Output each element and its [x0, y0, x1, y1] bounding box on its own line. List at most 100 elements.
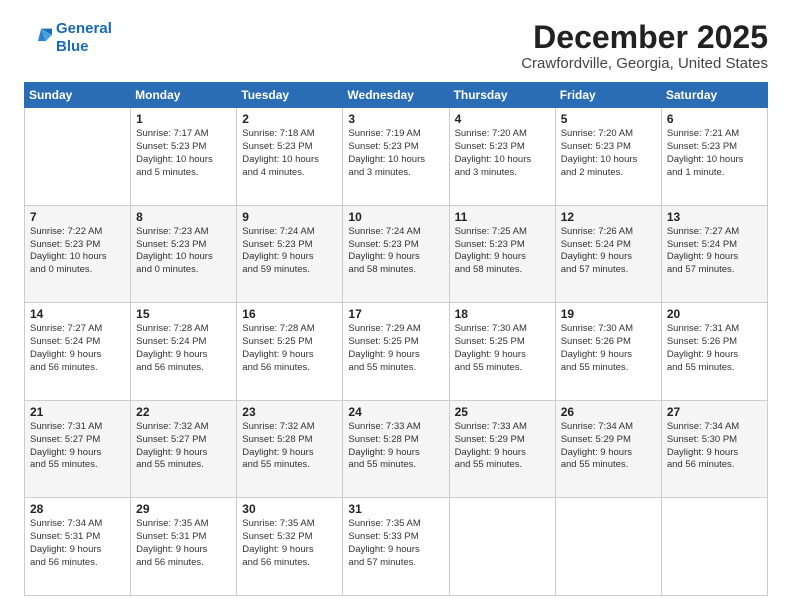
day-number: 31: [348, 502, 443, 516]
day-number: 15: [136, 307, 231, 321]
calendar-cell: 25Sunrise: 7:33 AM Sunset: 5:29 PM Dayli…: [449, 400, 555, 498]
calendar-cell: 14 Sunrise: 7:27 AM Sunset: 5:24 PM Dayli…: [25, 303, 131, 401]
cell-content: Sunrise: 7:30 AM Sunset: 5:26 PM Dayligh…: [561, 323, 656, 374]
cell-content: Sunrise: 7:23 AM Sunset: 5:23 PM Dayligh…: [136, 226, 231, 277]
cell-content: Sunrise: 7:18 AM Sunset: 5:23 PM Dayligh…: [242, 128, 337, 179]
cell-content: Sunrise: 7:27 AM Sunset: 5:24 PM Dayligh…: [667, 226, 762, 277]
cell-content: Sunrise: 7:31 AM Sunset: 5:27 PM Dayligh…: [30, 421, 125, 472]
calendar-cell: 7Sunrise: 7:22 AM Sunset: 5:23 PM Daylig…: [25, 205, 131, 303]
day-number: 11: [455, 210, 550, 224]
logo-text: General Blue: [56, 20, 112, 56]
day-number: 5: [561, 112, 656, 126]
calendar-day-header: Sunday: [25, 83, 131, 108]
day-number: 30: [242, 502, 337, 516]
calendar-cell: 15 Sunrise: 7:28 AM Sunset: 5:24 PM Dayli…: [131, 303, 237, 401]
calendar-table: SundayMondayTuesdayWednesdayThursdayFrid…: [24, 82, 768, 596]
day-number: 25: [455, 405, 550, 419]
calendar-cell: [449, 498, 555, 596]
day-number: 29: [136, 502, 231, 516]
cell-content: Sunrise: 7:35 AM Sunset: 5:32 PM Dayligh…: [242, 518, 337, 569]
cell-content: Sunrise: 7:35 AM Sunset: 5:33 PM Dayligh…: [348, 518, 443, 569]
calendar-cell: 18 Sunrise: 7:30 AM Sunset: 5:25 PM Dayli…: [449, 303, 555, 401]
cell-content: Sunrise: 7:34 AM Sunset: 5:30 PM Dayligh…: [667, 421, 762, 472]
calendar-week-row: 14 Sunrise: 7:27 AM Sunset: 5:24 PM Dayli…: [25, 303, 768, 401]
calendar-day-header: Wednesday: [343, 83, 449, 108]
cell-content: Sunrise: 7:34 AM Sunset: 5:31 PM Dayligh…: [30, 518, 125, 569]
cell-content: Sunrise: 7:32 AM Sunset: 5:27 PM Dayligh…: [136, 421, 231, 472]
day-number: 18: [455, 307, 550, 321]
calendar-day-header: Saturday: [661, 83, 767, 108]
calendar-cell: 20 Sunrise: 7:31 AM Sunset: 5:26 PM Dayli…: [661, 303, 767, 401]
day-number: 3: [348, 112, 443, 126]
calendar-day-header: Monday: [131, 83, 237, 108]
day-number: 2: [242, 112, 337, 126]
cell-content: Sunrise: 7:21 AM Sunset: 5:23 PM Dayligh…: [667, 128, 762, 179]
calendar-cell: [661, 498, 767, 596]
cell-content: Sunrise: 7:17 AM Sunset: 5:23 PM Dayligh…: [136, 128, 231, 179]
day-number: 17: [348, 307, 443, 321]
cell-content: Sunrise: 7:34 AM Sunset: 5:29 PM Dayligh…: [561, 421, 656, 472]
page-title: December 2025: [521, 20, 768, 55]
cell-content: Sunrise: 7:32 AM Sunset: 5:28 PM Dayligh…: [242, 421, 337, 472]
calendar-day-header: Tuesday: [237, 83, 343, 108]
cell-content: Sunrise: 7:19 AM Sunset: 5:23 PM Dayligh…: [348, 128, 443, 179]
calendar-week-row: 21 Sunrise: 7:31 AM Sunset: 5:27 PM Dayli…: [25, 400, 768, 498]
calendar-week-row: 7Sunrise: 7:22 AM Sunset: 5:23 PM Daylig…: [25, 205, 768, 303]
cell-content: Sunrise: 7:28 AM Sunset: 5:24 PM Dayligh…: [136, 323, 231, 374]
day-number: 4: [455, 112, 550, 126]
calendar-cell: 22 Sunrise: 7:32 AM Sunset: 5:27 PM Dayli…: [131, 400, 237, 498]
cell-content: Sunrise: 7:24 AM Sunset: 5:23 PM Dayligh…: [242, 226, 337, 277]
calendar-cell: 8 Sunrise: 7:23 AM Sunset: 5:23 PM Daylig…: [131, 205, 237, 303]
day-number: 6: [667, 112, 762, 126]
calendar-cell: 31 Sunrise: 7:35 AM Sunset: 5:33 PM Dayli…: [343, 498, 449, 596]
calendar-cell: 2 Sunrise: 7:18 AM Sunset: 5:23 PM Daylig…: [237, 108, 343, 206]
cell-content: Sunrise: 7:28 AM Sunset: 5:25 PM Dayligh…: [242, 323, 337, 374]
cell-content: Sunrise: 7:27 AM Sunset: 5:24 PM Dayligh…: [30, 323, 125, 374]
cell-content: Sunrise: 7:30 AM Sunset: 5:25 PM Dayligh…: [455, 323, 550, 374]
calendar-cell: 5 Sunrise: 7:20 AM Sunset: 5:23 PM Daylig…: [555, 108, 661, 206]
day-number: 20: [667, 307, 762, 321]
calendar-header-row: SundayMondayTuesdayWednesdayThursdayFrid…: [25, 83, 768, 108]
day-number: 7: [30, 210, 125, 224]
day-number: 22: [136, 405, 231, 419]
calendar-cell: 9 Sunrise: 7:24 AM Sunset: 5:23 PM Daylig…: [237, 205, 343, 303]
calendar-cell: 29 Sunrise: 7:35 AM Sunset: 5:31 PM Dayli…: [131, 498, 237, 596]
page: General Blue December 2025 Crawfordville…: [0, 0, 792, 612]
day-number: 28: [30, 502, 125, 516]
day-number: 23: [242, 405, 337, 419]
day-number: 8: [136, 210, 231, 224]
calendar-cell: 10Sunrise: 7:24 AM Sunset: 5:23 PM Dayli…: [343, 205, 449, 303]
calendar-day-header: Friday: [555, 83, 661, 108]
logo-line1: General: [56, 20, 112, 37]
day-number: 21: [30, 405, 125, 419]
calendar-cell: 16 Sunrise: 7:28 AM Sunset: 5:25 PM Dayli…: [237, 303, 343, 401]
calendar-cell: 24Sunrise: 7:33 AM Sunset: 5:28 PM Dayli…: [343, 400, 449, 498]
day-number: 14: [30, 307, 125, 321]
calendar-cell: 3 Sunrise: 7:19 AM Sunset: 5:23 PM Daylig…: [343, 108, 449, 206]
day-number: 10: [348, 210, 443, 224]
day-number: 27: [667, 405, 762, 419]
calendar-day-header: Thursday: [449, 83, 555, 108]
header: General Blue December 2025 Crawfordville…: [24, 20, 768, 72]
day-number: 16: [242, 307, 337, 321]
calendar-cell: 19 Sunrise: 7:30 AM Sunset: 5:26 PM Dayli…: [555, 303, 661, 401]
cell-content: Sunrise: 7:35 AM Sunset: 5:31 PM Dayligh…: [136, 518, 231, 569]
logo-icon: [24, 24, 52, 52]
cell-content: Sunrise: 7:20 AM Sunset: 5:23 PM Dayligh…: [561, 128, 656, 179]
day-number: 12: [561, 210, 656, 224]
calendar-cell: 26 Sunrise: 7:34 AM Sunset: 5:29 PM Dayli…: [555, 400, 661, 498]
cell-content: Sunrise: 7:26 AM Sunset: 5:24 PM Dayligh…: [561, 226, 656, 277]
calendar-cell: 13 Sunrise: 7:27 AM Sunset: 5:24 PM Dayli…: [661, 205, 767, 303]
calendar-cell: 12 Sunrise: 7:26 AM Sunset: 5:24 PM Dayli…: [555, 205, 661, 303]
cell-content: Sunrise: 7:25 AM Sunset: 5:23 PM Dayligh…: [455, 226, 550, 277]
calendar-cell: 4Sunrise: 7:20 AM Sunset: 5:23 PM Daylig…: [449, 108, 555, 206]
calendar-cell: [25, 108, 131, 206]
day-number: 9: [242, 210, 337, 224]
calendar-cell: 11 Sunrise: 7:25 AM Sunset: 5:23 PM Dayli…: [449, 205, 555, 303]
day-number: 19: [561, 307, 656, 321]
cell-content: Sunrise: 7:31 AM Sunset: 5:26 PM Dayligh…: [667, 323, 762, 374]
day-number: 26: [561, 405, 656, 419]
calendar-cell: 27 Sunrise: 7:34 AM Sunset: 5:30 PM Dayli…: [661, 400, 767, 498]
calendar-cell: 1Sunrise: 7:17 AM Sunset: 5:23 PM Daylig…: [131, 108, 237, 206]
day-number: 13: [667, 210, 762, 224]
